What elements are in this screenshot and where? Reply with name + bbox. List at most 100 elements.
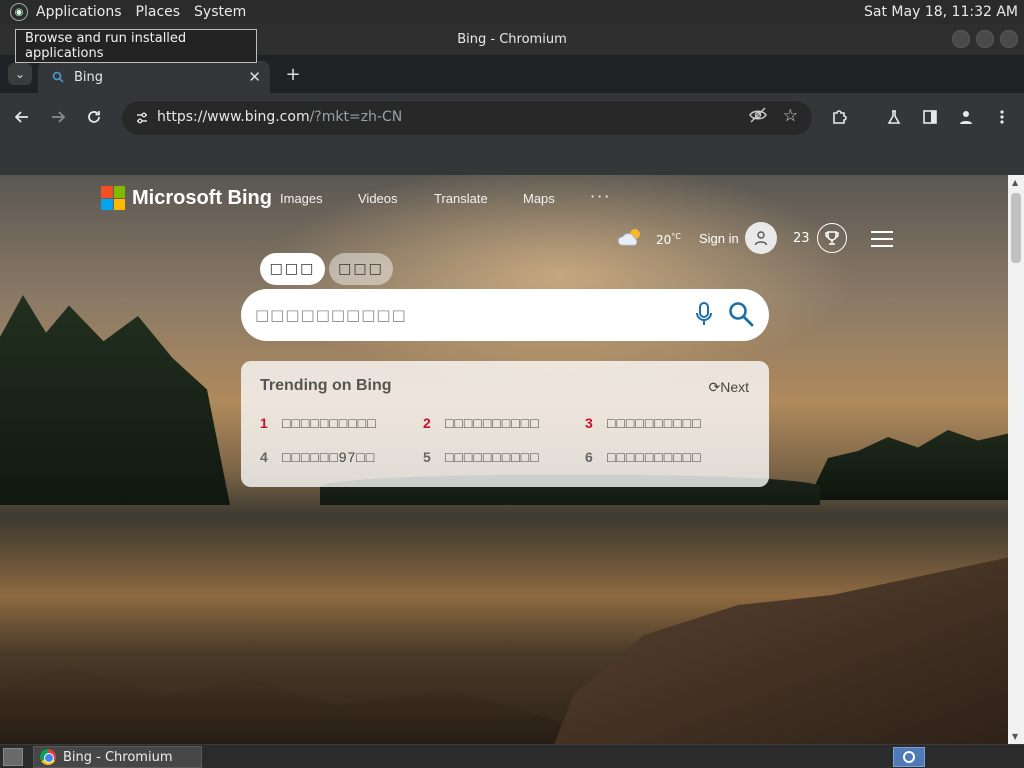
reload-icon	[88, 111, 100, 123]
trending-text: □□□□□□□□□□	[282, 415, 377, 431]
trending-item-2[interactable]: 2 □□□□□□□□□□	[423, 415, 540, 431]
applications-menu-icon[interactable]: ◉	[10, 3, 28, 21]
system-menu[interactable]: System	[194, 4, 246, 20]
search-tab-2[interactable]: □□□	[329, 253, 393, 285]
trending-rank: 5	[423, 449, 431, 465]
nav-maps[interactable]: Maps	[523, 191, 555, 206]
tab-bing[interactable]: Bing ✕	[38, 61, 270, 93]
places-menu[interactable]: Places	[136, 4, 181, 20]
reload-button[interactable]	[82, 105, 106, 129]
browser-toolbar: https://www.bing.com/?mkt=zh-CN ☆	[0, 93, 1024, 141]
page-scrollbar[interactable]: ▲ ▼	[1008, 175, 1024, 744]
rewards-points[interactable]: 23	[793, 231, 810, 246]
taskbar-item-chromium[interactable]: Bing - Chromium	[33, 746, 202, 768]
close-window-button[interactable]	[1000, 30, 1018, 48]
scroll-down-icon[interactable]: ▼	[1012, 732, 1018, 741]
trending-item-1[interactable]: 1 □□□□□□□□□□	[260, 415, 377, 431]
search-tab-1[interactable]: □□□	[260, 253, 325, 285]
user-icon	[960, 111, 972, 124]
flask-icon	[887, 110, 901, 124]
background-rocks	[550, 555, 1008, 744]
trending-text: □□□□□□97□□	[282, 449, 376, 465]
trending-item-3[interactable]: 3 □□□□□□□□□□	[585, 415, 702, 431]
bing-logo[interactable]: Microsoft Bing	[101, 186, 272, 210]
rewards-trophy-icon[interactable]	[817, 223, 847, 253]
background-image	[0, 295, 230, 505]
trending-item-5[interactable]: 5 □□□□□□□□□□	[423, 449, 540, 465]
workspace-switcher[interactable]	[893, 747, 925, 767]
user-icon	[754, 231, 768, 246]
weather-unit: °C	[671, 232, 681, 241]
trending-rank: 3	[585, 415, 593, 431]
sign-in-link[interactable]: Sign in	[699, 231, 739, 246]
trending-item-4[interactable]: 4 □□□□□□97□□	[260, 449, 375, 465]
back-button[interactable]	[10, 105, 34, 129]
trending-text: □□□□□□□□□□	[445, 449, 540, 465]
nav-images[interactable]: Images	[280, 191, 323, 206]
microsoft-logo-icon	[101, 186, 125, 210]
trending-title: Trending on Bing	[260, 377, 392, 394]
system-top-panel: ◉ Applications Places System Sat May 18,…	[0, 0, 1024, 24]
bookmark-star-icon[interactable]: ☆	[783, 106, 798, 126]
forward-button[interactable]	[46, 105, 70, 129]
trending-next-button[interactable]: ⟳Next	[708, 379, 749, 396]
trending-rank: 4	[260, 449, 268, 465]
maximize-button[interactable]	[976, 30, 994, 48]
logo-text: Microsoft Bing	[132, 186, 272, 209]
scroll-up-icon[interactable]: ▲	[1012, 178, 1018, 187]
url-path: /?mkt=zh-CN	[309, 109, 403, 125]
arrow-right-icon	[52, 111, 66, 123]
nav-translate[interactable]: Translate	[434, 191, 488, 206]
kebab-menu-icon	[1000, 110, 1004, 124]
scrollbar-thumb[interactable]	[1011, 193, 1021, 263]
new-tab-button[interactable]: +	[282, 63, 304, 85]
chromium-tray-icon	[903, 751, 915, 763]
trending-text: □□□□□□□□□□	[607, 415, 702, 431]
arrow-left-icon	[14, 111, 28, 123]
microphone-icon[interactable]	[694, 301, 714, 327]
background-rocks-left	[0, 667, 560, 744]
hamburger-menu-icon[interactable]	[871, 231, 893, 247]
minimize-button[interactable]	[952, 30, 970, 48]
trending-next-label: Next	[720, 379, 749, 395]
address-bar[interactable]: https://www.bing.com/?mkt=zh-CN ☆	[122, 101, 812, 135]
partly-cloudy-icon	[618, 227, 646, 252]
close-icon[interactable]: ✕	[248, 68, 261, 86]
background-trees	[808, 430, 1008, 500]
profile-button[interactable]	[954, 105, 978, 129]
trending-rank: 1	[260, 415, 268, 431]
puzzle-icon	[833, 110, 847, 124]
site-info-icon[interactable]	[132, 108, 152, 128]
tab-search-button[interactable]: ⌄	[8, 63, 32, 85]
applications-menu[interactable]: Applications	[36, 4, 122, 20]
nav-videos[interactable]: Videos	[358, 191, 398, 206]
side-panel-icon	[923, 110, 937, 124]
side-panel-button[interactable]	[918, 105, 942, 129]
search-input[interactable]	[255, 302, 675, 328]
menu-button[interactable]	[990, 105, 1014, 129]
chromium-icon	[40, 749, 56, 765]
search-box[interactable]	[241, 289, 769, 341]
labs-button[interactable]	[882, 105, 906, 129]
eye-slash-icon[interactable]	[749, 107, 767, 127]
clock[interactable]: Sat May 18, 11:32 AM	[864, 4, 1018, 20]
search-icon[interactable]	[727, 300, 755, 328]
refresh-icon: ⟳	[708, 379, 721, 395]
url-text[interactable]: https://www.bing.com/?mkt=zh-CN	[157, 109, 402, 125]
weather-widget[interactable]: 20°C	[618, 227, 681, 252]
trending-rank: 6	[585, 449, 593, 465]
bookmarks-bar	[0, 141, 1024, 175]
taskbar: Bing - Chromium	[0, 744, 1024, 768]
search-icon	[50, 69, 66, 85]
taskbar-item-label: Bing - Chromium	[63, 749, 173, 765]
trending-rank: 2	[423, 415, 431, 431]
show-desktop-button[interactable]	[3, 748, 23, 766]
trending-text: □□□□□□□□□□	[445, 415, 540, 431]
trending-text: □□□□□□□□□□	[607, 449, 702, 465]
bing-homepage: Microsoft Bing Images Videos Translate M…	[0, 175, 1008, 744]
nav-more-button[interactable]: ···	[590, 187, 611, 206]
avatar[interactable]	[745, 222, 777, 254]
trending-item-6[interactable]: 6 □□□□□□□□□□	[585, 449, 702, 465]
url-host: https://www.bing.com	[157, 109, 310, 125]
extensions-button[interactable]	[828, 105, 852, 129]
